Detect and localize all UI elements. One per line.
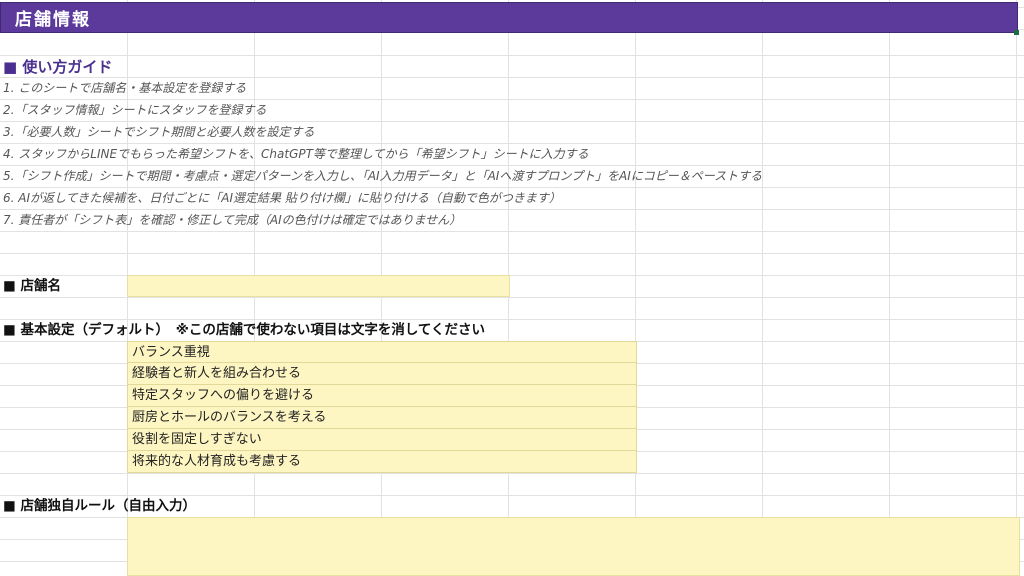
setting-option-2[interactable]: 経験者と新人を組み合わせる bbox=[127, 363, 637, 385]
setting-option-1[interactable]: バランス重視 bbox=[127, 341, 637, 363]
guide-step-7[interactable]: 7. 責任者が「シフト表」を確認・修正して完成（AIの色付けは確定ではありません… bbox=[3, 209, 461, 231]
sheet-title: 店舗情報 bbox=[15, 10, 91, 30]
guide-step-4[interactable]: 4. スタッフからLINEでもらった希望シフトを、ChatGPT等で整理してから… bbox=[3, 143, 589, 165]
custom-rules-label: ■ 店舗独自ルール（自由入力） bbox=[3, 498, 196, 514]
guide-step-3[interactable]: 3.「必要人数」シートでシフト期間と必要人数を設定する bbox=[3, 121, 314, 143]
custom-rules-input[interactable] bbox=[127, 517, 1020, 576]
store-name-label: ■ 店舗名 bbox=[3, 278, 61, 294]
store-name-value bbox=[128, 280, 132, 295]
setting-option-6[interactable]: 将来的な人材育成も考慮する bbox=[127, 451, 637, 473]
custom-rules-value bbox=[128, 522, 132, 537]
selection-fill-handle[interactable] bbox=[1014, 30, 1019, 35]
sheet-title-bar[interactable]: 店舗情報 bbox=[0, 2, 1018, 33]
guide-step-5[interactable]: 5.「シフト作成」シートで期間・考慮点・選定パターンを入力し、「AI入力用データ… bbox=[3, 165, 762, 187]
guide-step-1[interactable]: 1. このシートで店舗名・基本設定を登録する bbox=[3, 77, 246, 99]
store-name-input[interactable] bbox=[127, 275, 510, 297]
setting-option-5[interactable]: 役割を固定しすぎない bbox=[127, 429, 637, 451]
guide-heading: ■ 使い方ガイド bbox=[3, 58, 113, 76]
setting-option-4[interactable]: 厨房とホールのバランスを考える bbox=[127, 407, 637, 429]
guide-step-2[interactable]: 2.「スタッフ情報」シートにスタッフを登録する bbox=[3, 99, 266, 121]
basic-settings-label: ■ 基本設定（デフォルト） ※この店舗で使わない項目は文字を消してください bbox=[3, 322, 486, 338]
setting-option-3[interactable]: 特定スタッフへの偏りを避ける bbox=[127, 385, 637, 407]
guide-step-6[interactable]: 6. AIが返してきた候補を、日付ごとに「AI選定結果 貼り付け欄」に貼り付ける… bbox=[3, 187, 561, 209]
